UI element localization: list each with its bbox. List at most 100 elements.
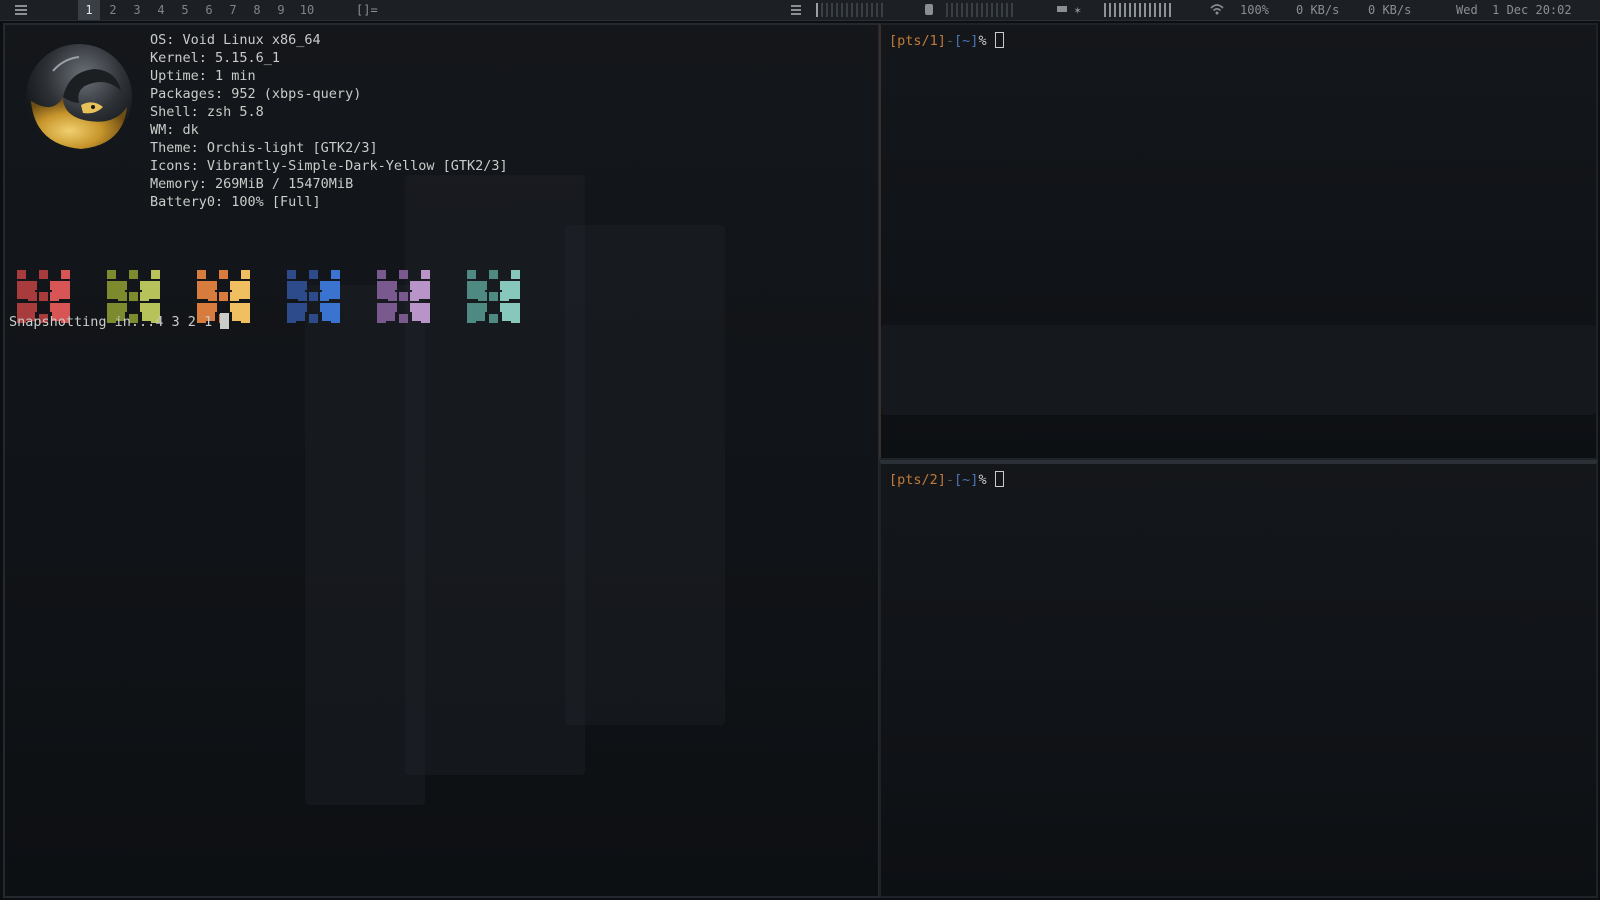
system-info: OS: Void Linux x86_64 Kernel: 5.15.6_1 Upt… <box>150 31 508 211</box>
mem-meter-segment <box>981 3 983 17</box>
bright-meter-segment <box>1154 3 1156 17</box>
mem-meter-segment <box>996 3 998 17</box>
palette-block <box>399 270 408 279</box>
palette-block <box>298 281 307 290</box>
cpu-meter-segment <box>816 3 818 17</box>
palette-block <box>219 292 228 301</box>
bars-icon <box>790 0 804 20</box>
battery-icon <box>1056 0 1070 20</box>
palette-block <box>467 270 476 279</box>
palette-block <box>230 292 239 301</box>
mem-meter-segment <box>971 3 973 17</box>
bright-meter-segment <box>1149 3 1151 17</box>
terminal-window-top-right[interactable]: [pts/1]-[~]% <box>879 23 1598 460</box>
workspace-9[interactable]: 9 <box>270 0 292 20</box>
palette-block <box>388 292 397 301</box>
prompt-symbol: % <box>978 33 987 49</box>
prompt-symbol: % <box>978 472 987 488</box>
palette-block <box>309 270 318 279</box>
palette-block <box>399 314 408 323</box>
workspace-6[interactable]: 6 <box>198 0 220 20</box>
bright-meter-segment <box>1104 3 1106 17</box>
info-line: Theme: Orchis-light [GTK2/3] <box>150 140 378 156</box>
cpu-meter-segment <box>871 3 873 17</box>
palette-block <box>39 270 48 279</box>
info-line: WM: dk <box>150 122 199 138</box>
palette-block <box>399 292 408 301</box>
palette-purple <box>377 270 441 326</box>
palette-block <box>320 292 329 301</box>
info-line: Memory: 269MiB / 15470MiB <box>150 176 354 192</box>
mem-meter-segment <box>956 3 958 17</box>
palette-block <box>421 270 430 279</box>
workspace-8[interactable]: 8 <box>246 0 268 20</box>
cpu-meter-segment <box>831 3 833 17</box>
wifi-icon <box>1210 0 1224 20</box>
palette-block <box>118 281 127 290</box>
mem-meter-segment <box>1001 3 1003 17</box>
workspace-1[interactable]: 1 <box>78 0 100 20</box>
void-dragon-logo <box>23 41 135 153</box>
palette-block <box>500 292 509 301</box>
workspace-7[interactable]: 7 <box>222 0 244 20</box>
palette-block <box>17 270 26 279</box>
cpu-meter-segment <box>866 3 868 17</box>
palette-blue <box>287 270 351 326</box>
palette-block <box>140 292 149 301</box>
palette-block <box>309 292 318 301</box>
status-text: Snapshotting in...4 3 2 1 <box>9 314 213 330</box>
palette-block <box>511 314 520 323</box>
palette-block <box>129 292 138 301</box>
palette-block <box>118 292 127 301</box>
palette-block <box>241 270 250 279</box>
mem-meter-segment <box>951 3 953 17</box>
sun-icon: ✶ <box>1074 3 1082 17</box>
palette-block <box>61 270 70 279</box>
terminal-window-bottom-right[interactable]: [pts/2]-[~]% <box>879 460 1598 898</box>
palette-block <box>208 281 217 290</box>
palette-block <box>478 303 487 312</box>
palette-block <box>50 292 59 301</box>
palette-block <box>298 292 307 301</box>
palette-block <box>287 314 296 323</box>
layout-indicator[interactable]: []= <box>356 0 378 20</box>
workspace-2[interactable]: 2 <box>102 0 124 20</box>
info-line: Kernel: 5.15.6_1 <box>150 50 281 66</box>
clock[interactable]: Wed 1 Dec 20:02 <box>1456 0 1572 20</box>
net-down: 0 KB/s <box>1296 3 1340 17</box>
workspace-4[interactable]: 4 <box>150 0 172 20</box>
palette-block <box>489 292 498 301</box>
mem-meter-segment <box>991 3 993 17</box>
palette-block <box>287 270 296 279</box>
palette-block <box>28 303 37 312</box>
palette-block <box>331 270 340 279</box>
list-icon[interactable] <box>14 0 30 20</box>
prompt-separator: - <box>945 33 955 49</box>
palette-cyan <box>467 270 531 326</box>
workspace-3[interactable]: 3 <box>126 0 148 20</box>
palette-block <box>208 292 217 301</box>
palette-block <box>478 281 487 290</box>
cpu-meter-segment <box>861 3 863 17</box>
cpu-meter-segment <box>836 3 838 17</box>
bright-meter-segment <box>1139 3 1141 17</box>
workspace-10[interactable]: 10 <box>294 0 320 20</box>
info-line: Battery0: 100% [Full] <box>150 194 321 210</box>
terminal-window-left[interactable]: OS: Void Linux x86_64 Kernel: 5.15.6_1 Upt… <box>3 23 880 898</box>
memory-meter <box>946 3 1013 17</box>
workspace-5[interactable]: 5 <box>174 0 196 20</box>
bright-meter-segment <box>1129 3 1131 17</box>
wifi-strength: 100% <box>1240 3 1269 17</box>
bright-meter-segment <box>1109 3 1111 17</box>
mem-meter-segment <box>946 3 948 17</box>
mem-meter-segment <box>976 3 978 17</box>
cpu-meter-segment <box>851 3 853 17</box>
shell-prompt: [pts/1]-[~]% <box>889 32 1004 49</box>
bright-meter-segment <box>1134 3 1136 17</box>
info-line: Icons: Vibrantly-Simple-Dark-Yellow [GTK… <box>150 158 508 174</box>
mem-meter-segment <box>1011 3 1013 17</box>
palette-block <box>107 270 116 279</box>
palette-block <box>298 303 307 312</box>
cpu-meter-segment <box>846 3 848 17</box>
bright-meter-segment <box>1114 3 1116 17</box>
